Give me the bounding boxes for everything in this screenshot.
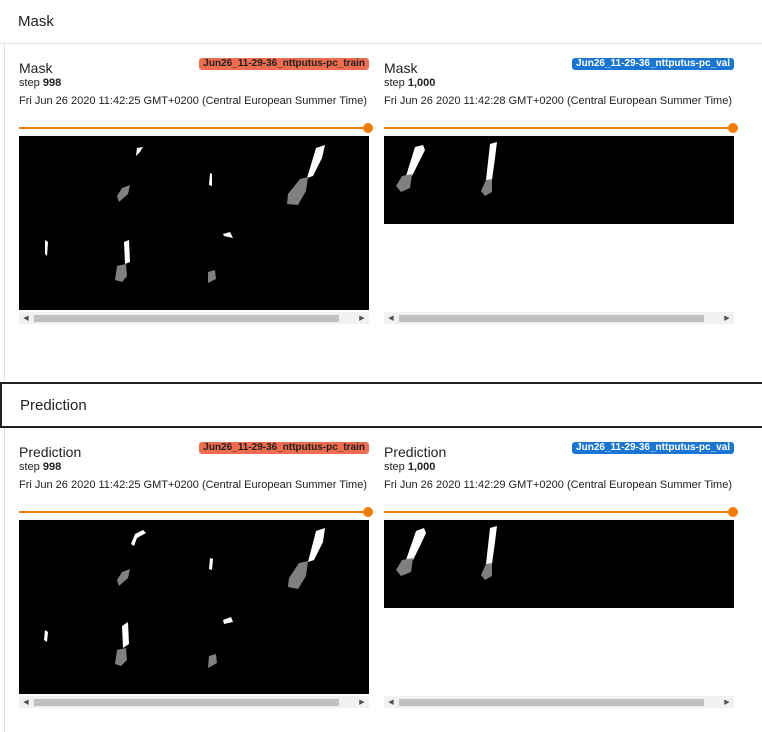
timestamp: Fri Jun 26 2020 11:42:28 GMT+0200 (Centr… <box>384 95 732 107</box>
section-border <box>4 428 5 732</box>
horizontal-scrollbar[interactable]: ◀ ▶ <box>384 312 734 324</box>
scrollbar-thumb[interactable] <box>34 699 339 706</box>
step-slider-thumb[interactable] <box>363 507 373 517</box>
scrollbar-thumb[interactable] <box>34 315 339 322</box>
scroll-right-arrow-icon[interactable]: ▶ <box>721 696 733 708</box>
scrollbar-thumb[interactable] <box>399 315 704 322</box>
prediction-image <box>384 520 734 608</box>
timestamp: Fri Jun 26 2020 11:42:25 GMT+0200 (Centr… <box>19 95 367 107</box>
step-label: step 1,000 <box>384 461 436 473</box>
step-label: step 998 <box>19 461 62 473</box>
step-slider-thumb[interactable] <box>728 123 738 133</box>
prediction-image <box>19 520 369 694</box>
step-label: step 998 <box>19 77 62 89</box>
section-header-mask[interactable]: Mask <box>0 0 762 44</box>
timestamp: Fri Jun 26 2020 11:42:29 GMT+0200 (Centr… <box>384 479 732 491</box>
timestamp: Fri Jun 26 2020 11:42:25 GMT+0200 (Centr… <box>19 479 367 491</box>
horizontal-scrollbar[interactable]: ◀ ▶ <box>384 696 734 708</box>
scroll-right-arrow-icon[interactable]: ▶ <box>356 696 368 708</box>
scroll-right-arrow-icon[interactable]: ▶ <box>356 312 368 324</box>
card-title: Mask <box>384 60 418 76</box>
step-label: step 1,000 <box>384 77 436 89</box>
scrollbar-thumb[interactable] <box>399 699 704 706</box>
scroll-left-arrow-icon[interactable]: ◀ <box>385 696 397 708</box>
horizontal-scrollbar[interactable]: ◀ ▶ <box>19 696 369 708</box>
image-card-mask-train: Mask Jun26_11-29-36_nttputus-pc_train st… <box>19 58 373 330</box>
scroll-left-arrow-icon[interactable]: ◀ <box>20 696 32 708</box>
card-title: Prediction <box>19 444 82 460</box>
step-value: 998 <box>42 77 62 89</box>
step-slider-thumb[interactable] <box>728 507 738 517</box>
section-header-prediction[interactable]: Prediction <box>0 382 762 428</box>
card-title: Mask <box>19 60 53 76</box>
run-badge: Jun26_11-29-36_nttputus-pc_train <box>199 58 369 70</box>
scroll-right-arrow-icon[interactable]: ▶ <box>721 312 733 324</box>
section-title: Mask <box>18 13 54 30</box>
mask-image <box>384 136 734 224</box>
step-slider-track[interactable] <box>384 511 730 513</box>
horizontal-scrollbar[interactable]: ◀ ▶ <box>19 312 369 324</box>
image-card-mask-val: Mask Jun26_11-29-36_nttputus-pc_val step… <box>384 58 738 330</box>
card-title: Prediction <box>384 444 447 460</box>
step-slider-track[interactable] <box>384 127 730 129</box>
mask-image <box>19 136 369 310</box>
run-badge: Jun26_11-29-36_nttputus-pc_val <box>572 58 734 70</box>
scroll-left-arrow-icon[interactable]: ◀ <box>385 312 397 324</box>
image-card-prediction-train: Prediction Jun26_11-29-36_nttputus-pc_tr… <box>19 442 373 714</box>
step-slider-track[interactable] <box>19 127 365 129</box>
step-slider-track[interactable] <box>19 511 365 513</box>
scroll-left-arrow-icon[interactable]: ◀ <box>20 312 32 324</box>
run-badge: Jun26_11-29-36_nttputus-pc_train <box>199 442 369 454</box>
step-value: 998 <box>42 461 62 473</box>
run-badge: Jun26_11-29-36_nttputus-pc_val <box>572 442 734 454</box>
step-value: 1,000 <box>407 77 436 89</box>
image-card-prediction-val: Prediction Jun26_11-29-36_nttputus-pc_va… <box>384 442 738 714</box>
step-slider-thumb[interactable] <box>363 123 373 133</box>
section-title: Prediction <box>20 396 87 414</box>
step-value: 1,000 <box>407 461 436 473</box>
section-border <box>4 44 5 380</box>
